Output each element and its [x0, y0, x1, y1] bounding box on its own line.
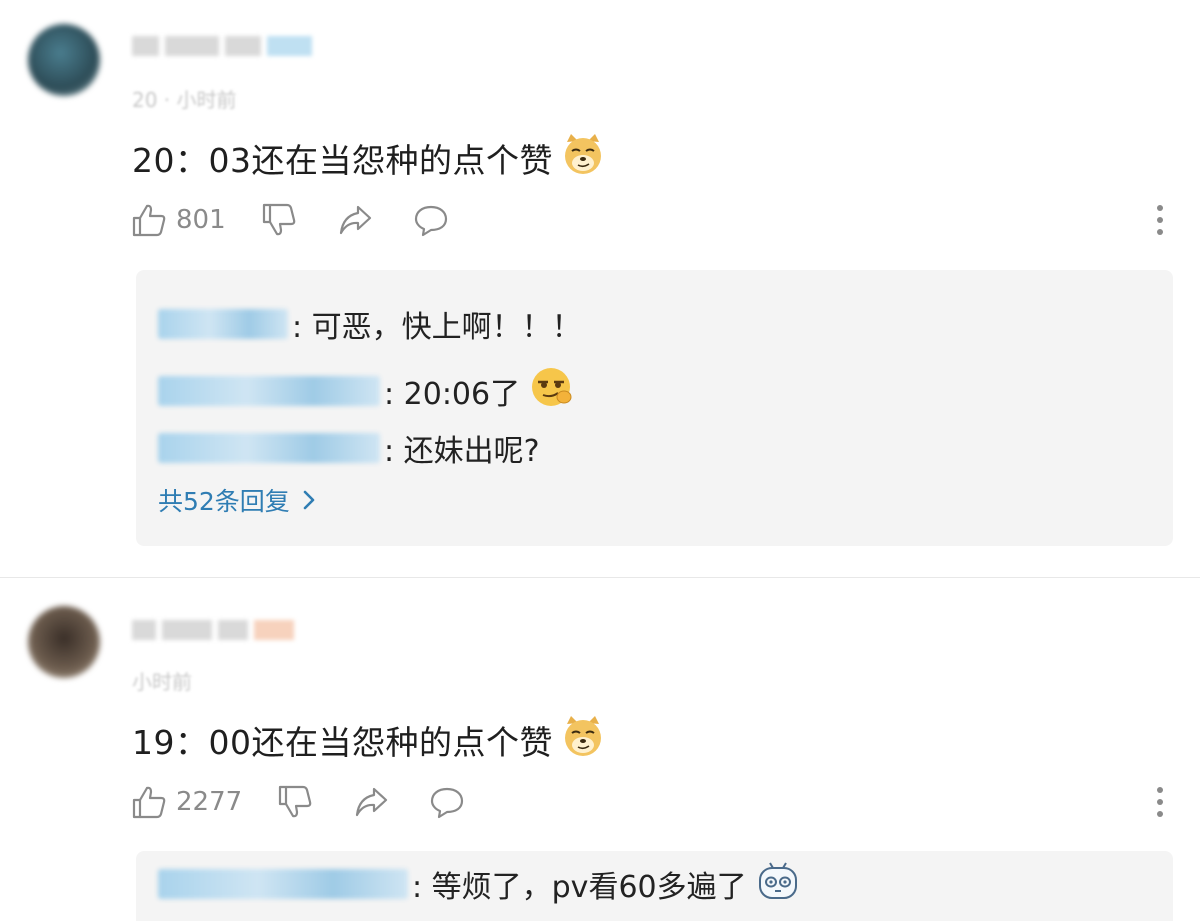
- reply-username[interactable]: [158, 309, 288, 339]
- comment-actions: 2277: [130, 780, 1170, 824]
- sly-emoji-icon: [528, 364, 574, 418]
- dislike-button[interactable]: [260, 198, 298, 242]
- replies-panel: : 可恶，快上啊！！！ : 20:06了 : 还妹出呢? 共52条回复: [136, 270, 1173, 546]
- like-button[interactable]: 2277: [130, 780, 242, 824]
- comment-text: 19：00还在当怨种的点个赞: [132, 714, 605, 766]
- reply-item[interactable]: : 还妹出呢?: [158, 426, 540, 470]
- thumbs-up-icon: [132, 204, 166, 237]
- username[interactable]: [132, 30, 312, 62]
- replies-panel: : 等烦了，pv看60多遍了: [136, 851, 1173, 921]
- reply-username[interactable]: [158, 869, 408, 899]
- total-replies-label: 共52条回复: [158, 487, 290, 516]
- reply-item[interactable]: : 20:06了: [158, 364, 574, 418]
- thumbs-down-icon: [262, 203, 296, 236]
- like-count: 801: [176, 205, 226, 235]
- reply-text: : 20:06了: [384, 377, 521, 412]
- comment-text-content: 20：03还在当怨种的点个赞: [132, 141, 553, 180]
- like-button[interactable]: 801: [130, 198, 226, 242]
- thumbs-up-icon: [132, 786, 166, 819]
- avatar[interactable]: [28, 606, 100, 678]
- reply-button[interactable]: [412, 198, 450, 242]
- reply-text: : 等烦了，pv看60多遍了: [412, 870, 747, 905]
- more-vertical-icon: [1157, 787, 1163, 817]
- comment-bubble-icon: [414, 205, 448, 237]
- share-button[interactable]: [336, 198, 374, 242]
- dislike-button[interactable]: [276, 780, 314, 824]
- avatar[interactable]: [28, 24, 100, 96]
- thumbs-down-icon: [278, 785, 312, 818]
- more-options-button[interactable]: [1150, 784, 1170, 824]
- share-button[interactable]: [352, 780, 390, 824]
- reply-username[interactable]: [158, 433, 380, 463]
- reply-item[interactable]: : 等烦了，pv看60多遍了: [158, 857, 801, 911]
- comment-item: 20 · 小时前 20：03还在当怨种的点个赞 801: 可恶，快上啊！！！ …: [0, 0, 1200, 577]
- reply-item[interactable]: : 可恶，快上啊！！！: [158, 302, 582, 346]
- comment-bubble-icon: [430, 787, 464, 819]
- like-count: 2277: [176, 787, 243, 817]
- doge-emoji-icon: [561, 714, 605, 766]
- more-vertical-icon: [1157, 205, 1163, 235]
- view-all-replies-link[interactable]: 共52条回复: [158, 482, 316, 518]
- comment-time: 小时前: [132, 670, 192, 694]
- username[interactable]: [132, 614, 312, 646]
- reply-text: : 可恶，快上啊！！！: [292, 310, 582, 345]
- share-icon: [339, 205, 372, 235]
- tv-mascot-emoji-icon: [755, 857, 801, 911]
- share-icon: [355, 787, 388, 817]
- reply-text: : 还妹出呢?: [384, 434, 540, 469]
- comment-text-content: 19：00还在当怨种的点个赞: [132, 723, 553, 762]
- doge-emoji-icon: [561, 132, 605, 184]
- comment-text: 20：03还在当怨种的点个赞: [132, 132, 605, 184]
- reply-button[interactable]: [428, 780, 466, 824]
- more-options-button[interactable]: [1150, 202, 1170, 242]
- comment-item: 小时前 19：00还在当怨种的点个赞 2277: 等烦了，pv看60多遍了: [0, 578, 1200, 921]
- chevron-right-icon: [303, 490, 315, 510]
- comment-time: 20 · 小时前: [132, 88, 237, 112]
- comment-actions: 801: [130, 198, 1170, 242]
- reply-username[interactable]: [158, 376, 380, 406]
